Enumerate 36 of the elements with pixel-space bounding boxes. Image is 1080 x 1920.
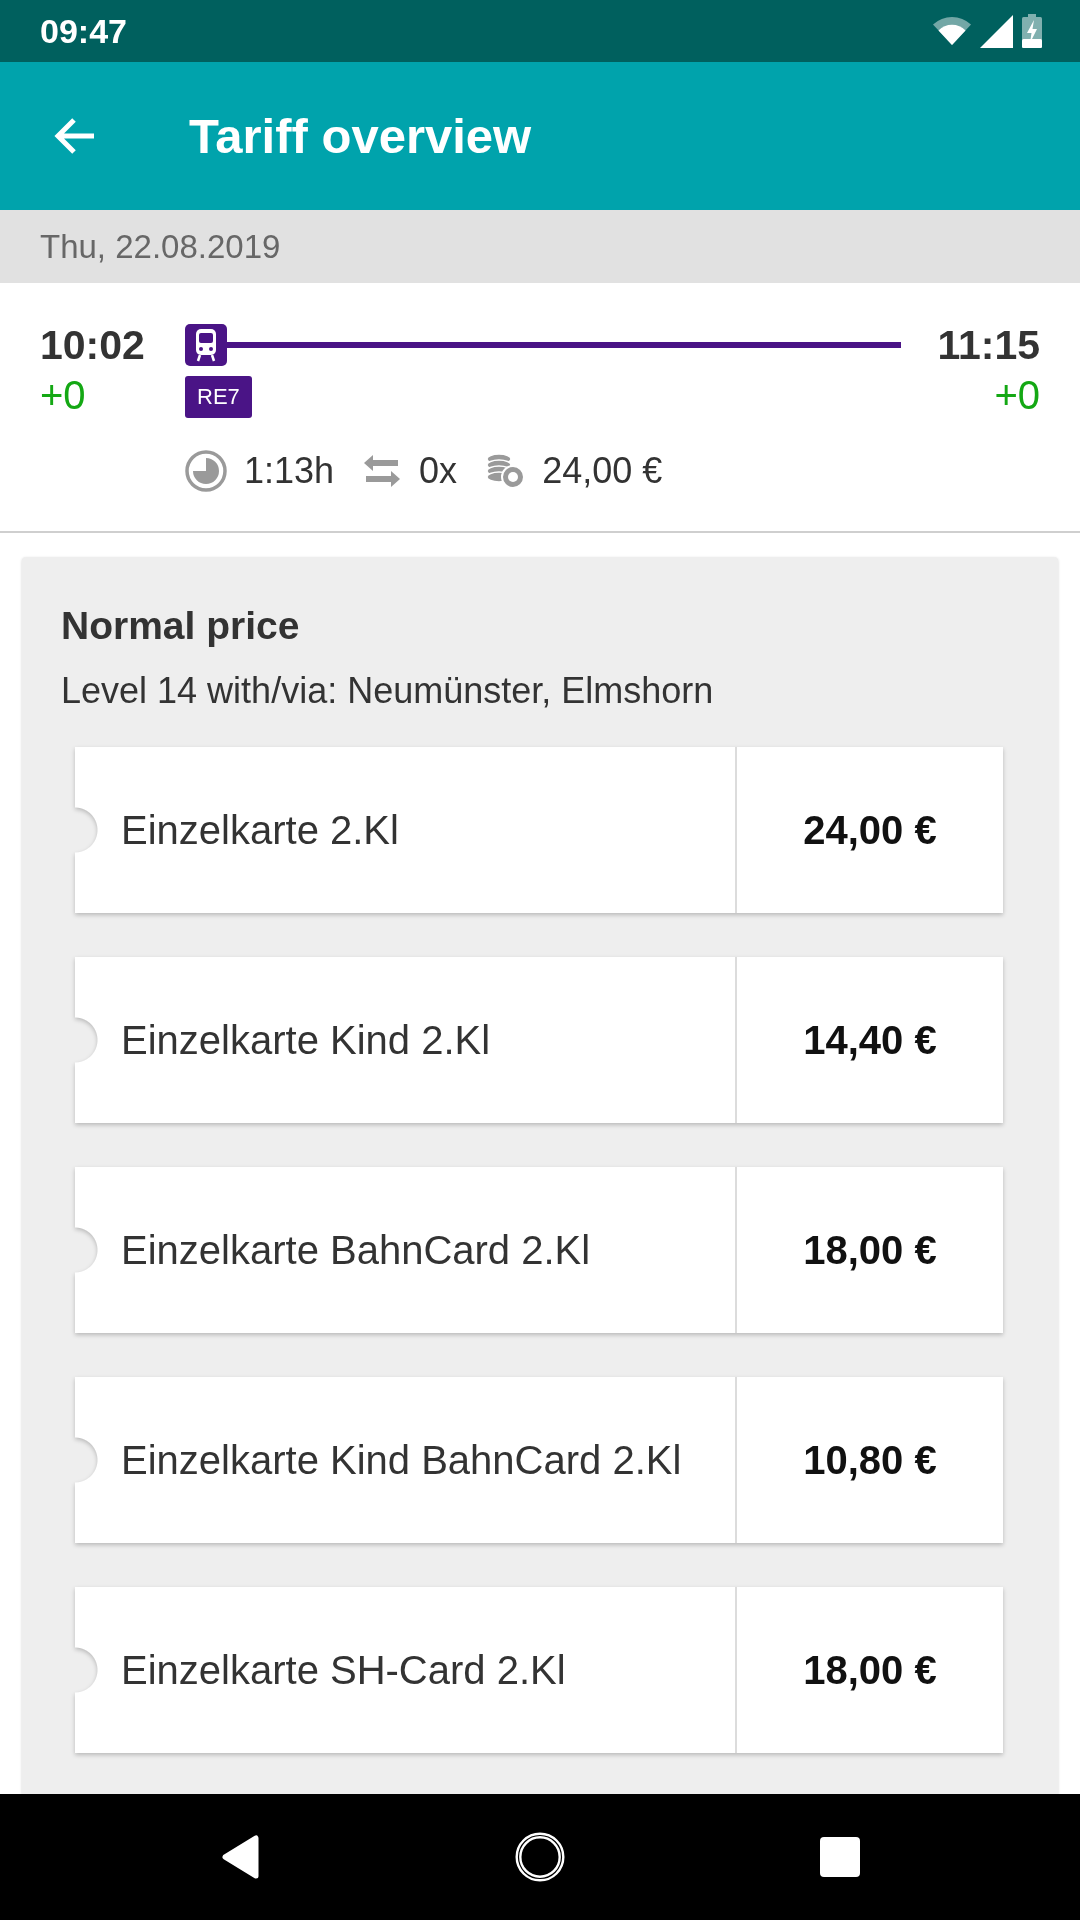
ticket-card[interactable]: Einzelkarte Kind 2.Kl 14,40 € [75, 957, 1003, 1123]
coins-icon [485, 453, 526, 489]
clock-icon [185, 450, 227, 492]
ticket-price: 14,40 € [803, 1017, 937, 1063]
ticket-card[interactable]: Einzelkarte BahnCard 2.Kl 18,00 € [75, 1167, 1003, 1333]
battery-charging-icon [1022, 14, 1042, 48]
ticket-price: 10,80 € [803, 1437, 937, 1483]
tram-icon [185, 324, 227, 366]
trip-duration: 1:13h [244, 450, 335, 492]
ticket-card[interactable]: Einzelkarte 2.Kl 24,00 € [75, 747, 1003, 913]
departure-delay: +0 [40, 372, 86, 419]
ticket-name: Einzelkarte BahnCard 2.Kl [121, 1227, 591, 1273]
status-time: 09:47 [40, 11, 127, 51]
signal-icon [980, 14, 1013, 48]
home-icon[interactable] [515, 1832, 565, 1882]
travel-date: Thu, 22.08.2019 [40, 227, 281, 266]
ticket-price: 18,00 € [803, 1227, 937, 1273]
ticket-name: Einzelkarte SH-Card 2.Kl [121, 1647, 566, 1693]
ticket-price: 24,00 € [803, 807, 937, 853]
ticket-name: Einzelkarte 2.Kl [121, 807, 399, 853]
ticket-card[interactable]: Einzelkarte Kind BahnCard 2.Kl 10,80 € [75, 1377, 1003, 1543]
transfer-count: 0x [419, 450, 458, 492]
trip-price: 24,00 € [542, 450, 663, 492]
ticket-name: Einzelkarte Kind 2.Kl [121, 1017, 491, 1063]
arrival-time: 11:15 [937, 321, 1040, 370]
tariff-description: Level 14 with/via: Neumünster, Elmshorn [61, 669, 714, 713]
nav-back-icon[interactable] [220, 1834, 260, 1880]
ticket-price: 18,00 € [803, 1647, 937, 1693]
ticket-card[interactable]: Einzelkarte SH-Card 2.Kl 18,00 € [75, 1587, 1003, 1753]
arrival-delay: +0 [994, 372, 1040, 419]
screen-title: Tariff overview [189, 108, 532, 164]
departure-time: 10:02 [40, 321, 145, 370]
train-line-label: RE7 [185, 376, 252, 418]
tariff-title: Normal price [61, 603, 300, 649]
ticket-name: Einzelkarte Kind BahnCard 2.Kl [121, 1437, 682, 1483]
wifi-icon [933, 17, 971, 45]
